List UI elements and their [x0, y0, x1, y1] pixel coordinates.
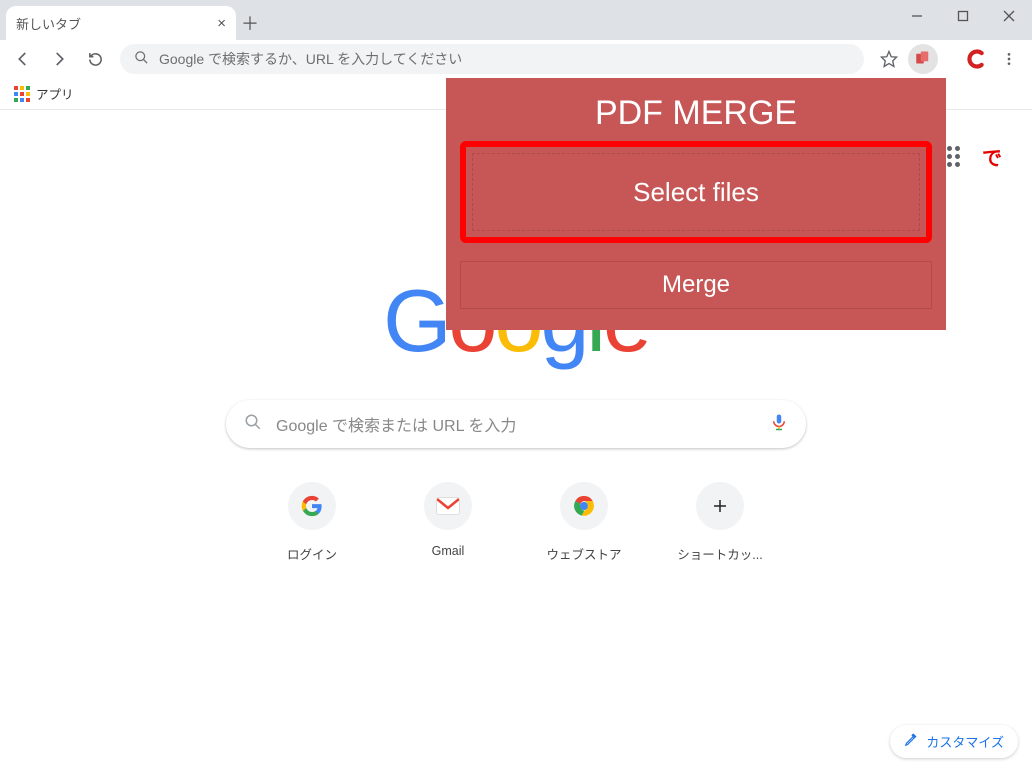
search-placeholder: Google で検索または URL を入力: [276, 412, 516, 436]
customize-label: カスタマイズ: [926, 732, 1004, 751]
shortcut-add[interactable]: ショートカッ...: [670, 482, 770, 563]
reload-button[interactable]: [78, 42, 112, 76]
select-files-highlight: Select files: [460, 141, 932, 243]
omnibox-placeholder: Google で検索するか、URL を入力してください: [159, 49, 462, 69]
plus-icon: [696, 482, 744, 530]
select-files-button[interactable]: Select files: [472, 153, 920, 231]
select-files-label: Select files: [633, 177, 759, 208]
title-bar: 新しいタブ × ＋: [0, 0, 1032, 40]
maximize-button[interactable]: [940, 0, 986, 32]
shortcut-login[interactable]: ログイン: [262, 482, 362, 563]
minimize-button[interactable]: [894, 0, 940, 32]
forward-button[interactable]: [42, 42, 76, 76]
top-right-icons: で: [939, 138, 1010, 174]
back-button[interactable]: [6, 42, 40, 76]
shortcut-label: Gmail: [432, 544, 465, 558]
close-tab-icon[interactable]: ×: [217, 15, 226, 32]
pencil-icon: [904, 733, 918, 750]
pdf-merge-popup: PDF MERGE Select files Merge: [446, 78, 946, 330]
browser-tab[interactable]: 新しいタブ ×: [6, 6, 236, 40]
apps-label[interactable]: アプリ: [36, 84, 74, 103]
shortcut-label: ショートカッ...: [677, 544, 762, 563]
popup-title: PDF MERGE: [446, 78, 946, 137]
customize-button[interactable]: カスタマイズ: [890, 725, 1018, 758]
shortcut-label: ログイン: [287, 544, 337, 563]
chrome-webstore-icon: [560, 482, 608, 530]
shortcut-webstore[interactable]: ウェブストア: [534, 482, 634, 563]
merge-label: Merge: [662, 271, 730, 299]
shortcut-label: ウェブストア: [546, 544, 621, 563]
tab-title: 新しいタブ: [16, 14, 81, 33]
voice-search-icon[interactable]: [770, 411, 788, 438]
bookmark-star-button[interactable]: [872, 42, 906, 76]
search-icon: [244, 413, 262, 436]
window-close-button[interactable]: [986, 0, 1032, 32]
new-tab-button[interactable]: ＋: [236, 6, 264, 40]
shortcuts-row: ログイン Gmail ウェブストア ショートカッ...: [262, 482, 770, 563]
extension-pdfmerge-icon[interactable]: [908, 44, 938, 74]
browser-menu-button[interactable]: [992, 42, 1026, 76]
extension-c-icon[interactable]: [960, 44, 990, 74]
apps-grid-icon[interactable]: [14, 86, 30, 102]
search-icon: [134, 50, 149, 68]
shortcut-gmail[interactable]: Gmail: [398, 482, 498, 563]
google-g-icon: [288, 482, 336, 530]
omnibox[interactable]: Google で検索するか、URL を入力してください: [120, 44, 864, 74]
search-box[interactable]: Google で検索または URL を入力: [226, 400, 806, 448]
window-controls: [894, 0, 1032, 32]
profile-avatar[interactable]: で: [974, 138, 1010, 174]
merge-button[interactable]: Merge: [460, 261, 932, 309]
gmail-icon: [424, 482, 472, 530]
browser-toolbar: Google で検索するか、URL を入力してください: [0, 40, 1032, 78]
